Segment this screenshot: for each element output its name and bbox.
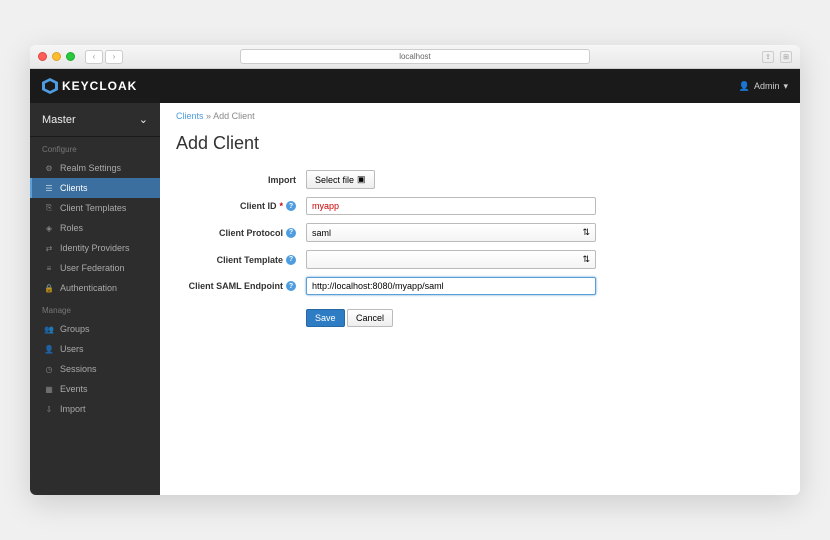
nav-arrows: ‹ › (85, 50, 123, 64)
brand-logo[interactable]: KEYCLOAK (42, 78, 137, 94)
sidebar-item-events[interactable]: ▦Events (30, 379, 160, 399)
updown-icon: ⇅ (582, 227, 590, 238)
sidebar-item-groups[interactable]: 👥Groups (30, 319, 160, 339)
titlebar-right: ⇪ ⊞ (762, 51, 792, 63)
saml-endpoint-input[interactable] (306, 277, 596, 295)
label-client-protocol: Client Protocol ? (176, 228, 296, 238)
sidebar-item-roles[interactable]: ◈Roles (30, 218, 160, 238)
chevron-down-icon: ⌄ (139, 113, 148, 126)
file-icon: ▣ (357, 174, 366, 185)
layers-icon: ≡ (44, 263, 54, 273)
help-icon[interactable]: ? (286, 228, 296, 238)
user-menu[interactable]: 👤 Admin ▾ (739, 81, 788, 92)
list-icon: ☰ (44, 183, 54, 193)
url-bar[interactable]: localhost (240, 49, 590, 64)
breadcrumb: Clients » Add Client (160, 103, 800, 129)
page-title: Add Client (160, 129, 800, 166)
client-template-select[interactable]: ⇅ (306, 250, 596, 269)
sidebar-item-users[interactable]: 👤Users (30, 339, 160, 359)
back-button[interactable]: ‹ (85, 50, 103, 64)
sidebar-item-sessions[interactable]: ◷Sessions (30, 359, 160, 379)
traffic-lights (38, 52, 75, 61)
breadcrumb-root[interactable]: Clients (176, 111, 204, 121)
bookmark-icon: ◈ (44, 223, 54, 233)
share-icon[interactable]: ⇪ (762, 51, 774, 63)
row-actions: Save Cancel (160, 305, 800, 331)
sidebar-item-user-federation[interactable]: ≡User Federation (30, 258, 160, 278)
link-icon: ⇄ (44, 243, 54, 253)
titlebar: ‹ › localhost ⇪ ⊞ (30, 45, 800, 69)
clock-icon: ◷ (44, 364, 54, 374)
logo-icon (42, 78, 58, 94)
breadcrumb-sep: » (206, 111, 211, 121)
client-id-input[interactable] (306, 197, 596, 215)
sidebar-item-client-templates[interactable]: ⎘Client Templates (30, 198, 160, 218)
app-body: Master ⌄ Configure ⚙Realm Settings ☰Clie… (30, 103, 800, 495)
label-client-id: Client ID * ? (176, 201, 296, 211)
tabs-icon[interactable]: ⊞ (780, 51, 792, 63)
sidebar-item-import[interactable]: ⇩Import (30, 399, 160, 419)
maximize-window-button[interactable] (66, 52, 75, 61)
brand-text: KEYCLOAK (62, 79, 137, 93)
realm-name: Master (42, 114, 76, 126)
close-window-button[interactable] (38, 52, 47, 61)
client-protocol-select[interactable]: saml⇅ (306, 223, 596, 242)
cancel-button[interactable]: Cancel (347, 309, 393, 327)
download-icon: ⇩ (44, 404, 54, 414)
label-client-template: Client Template ? (176, 255, 296, 265)
lock-icon: 🔒 (44, 283, 54, 293)
user-name: Admin (754, 81, 780, 91)
calendar-icon: ▦ (44, 384, 54, 394)
label-saml-endpoint: Client SAML Endpoint ? (176, 281, 296, 291)
sidebar-item-identity-providers[interactable]: ⇄Identity Providers (30, 238, 160, 258)
updown-icon: ⇅ (582, 254, 590, 265)
realm-selector[interactable]: Master ⌄ (30, 103, 160, 137)
user-icon: 👤 (44, 344, 54, 354)
select-file-button[interactable]: Select file ▣ (306, 170, 375, 189)
users-icon: 👥 (44, 324, 54, 334)
minimize-window-button[interactable] (52, 52, 61, 61)
help-icon[interactable]: ? (286, 201, 296, 211)
user-icon: 👤 (739, 81, 750, 92)
section-label-manage: Manage (30, 298, 160, 319)
save-button[interactable]: Save (306, 309, 345, 327)
sidebar-item-clients[interactable]: ☰Clients (30, 178, 160, 198)
app-header: KEYCLOAK 👤 Admin ▾ (30, 69, 800, 103)
row-saml-endpoint: Client SAML Endpoint ? (160, 273, 800, 299)
help-icon[interactable]: ? (286, 255, 296, 265)
row-import: Import Select file ▣ (160, 166, 800, 193)
browser-window: ‹ › localhost ⇪ ⊞ KEYCLOAK 👤 Admin ▾ Mas… (30, 45, 800, 495)
help-icon[interactable]: ? (286, 281, 296, 291)
section-label-configure: Configure (30, 137, 160, 158)
row-client-template: Client Template ? ⇅ (160, 246, 800, 273)
sliders-icon: ⚙ (44, 163, 54, 173)
breadcrumb-current: Add Client (213, 111, 255, 121)
row-client-protocol: Client Protocol ? saml⇅ (160, 219, 800, 246)
copy-icon: ⎘ (44, 203, 54, 213)
sidebar: Master ⌄ Configure ⚙Realm Settings ☰Clie… (30, 103, 160, 495)
sidebar-item-realm-settings[interactable]: ⚙Realm Settings (30, 158, 160, 178)
row-client-id: Client ID * ? (160, 193, 800, 219)
chevron-down-icon: ▾ (783, 81, 788, 92)
label-import: Import (176, 175, 296, 185)
main-content: Clients » Add Client Add Client Import S… (160, 103, 800, 495)
sidebar-item-authentication[interactable]: 🔒Authentication (30, 278, 160, 298)
required-marker: * (279, 201, 283, 211)
forward-button[interactable]: › (105, 50, 123, 64)
